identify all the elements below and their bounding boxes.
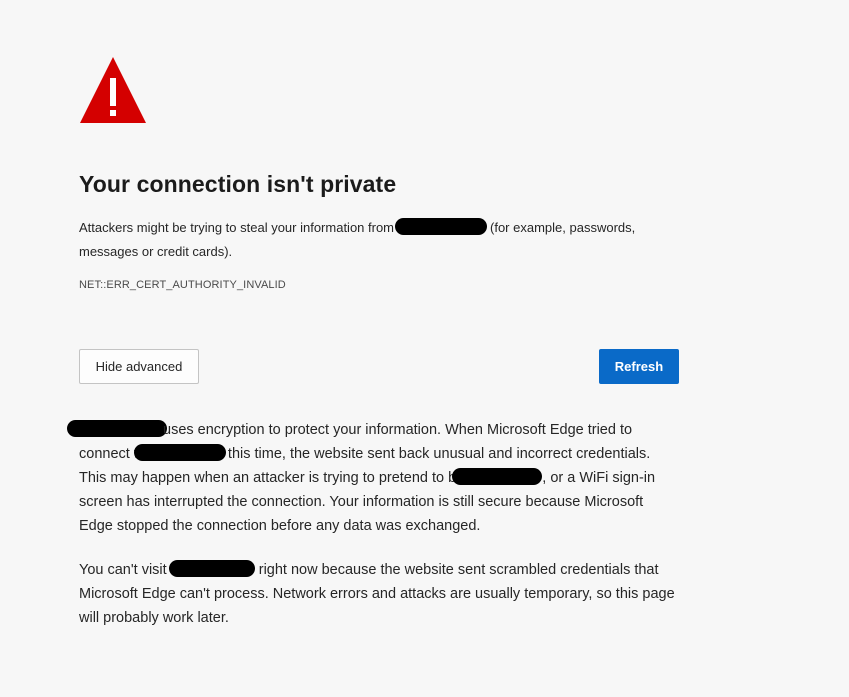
advanced-details-paragraph: uses encryption to protect your informat… — [67, 418, 681, 538]
warning-triangle-icon — [80, 57, 146, 123]
redacted-site-name — [67, 420, 167, 437]
cant-visit-text-start: You can't visit — [79, 562, 167, 578]
redacted-site-name — [168, 560, 255, 577]
summary-text-start: Attackers might be trying to steal your … — [79, 220, 395, 235]
refresh-button[interactable]: Refresh — [599, 349, 679, 384]
cant-visit-paragraph: You can't visit right now because the we… — [79, 558, 681, 630]
page-title: Your connection isn't private — [79, 171, 397, 197]
hide-advanced-button[interactable]: Hide advanced — [79, 349, 199, 384]
error-code: NET::ERR_CERT_AUTHORITY_INVALID — [79, 279, 286, 291]
redacted-site-name — [133, 444, 226, 461]
cant-visit-text-end: right now because the website sent scram… — [79, 562, 675, 626]
redacted-site-name — [452, 468, 543, 485]
redacted-site-name — [395, 218, 488, 235]
summary-text: Attackers might be trying to steal your … — [79, 216, 679, 264]
